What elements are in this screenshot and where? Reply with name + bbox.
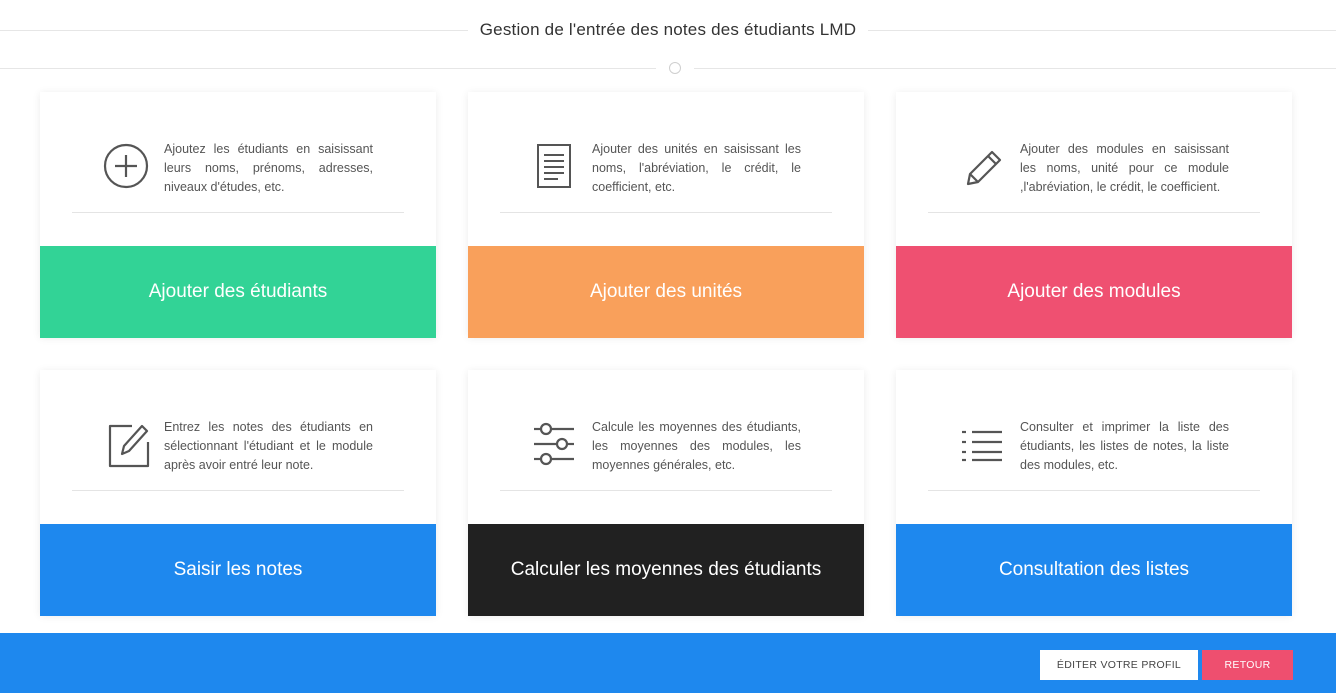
card-enter-grades: Entrez les notes des étudiants en sélect… <box>40 370 436 616</box>
card-divider <box>72 212 404 213</box>
card-divider <box>500 212 832 213</box>
enter-grades-button[interactable]: Saisir les notes <box>40 524 436 616</box>
page-header: Gestion de l'entrée des notes des étudia… <box>0 0 1336 90</box>
add-units-button[interactable]: Ajouter des unités <box>468 246 864 338</box>
edit-icon <box>102 420 150 468</box>
card-description: Consulter et imprimer la liste des étudi… <box>1020 420 1229 472</box>
edit-profile-button[interactable]: ÉDITER VOTRE PROFIL <box>1040 650 1198 680</box>
card-description: Ajouter des modules en saisissant les no… <box>1020 142 1229 194</box>
back-button[interactable]: RETOUR <box>1202 650 1293 680</box>
card-add-modules: Ajouter des modules en saisissant les no… <box>896 92 1292 338</box>
compute-averages-button[interactable]: Calculer les moyennes des étudiants <box>468 524 864 616</box>
card-description: Ajoutez les étudiants en saisissant leur… <box>164 142 373 194</box>
add-students-button[interactable]: Ajouter des étudiants <box>40 246 436 338</box>
consult-lists-button[interactable]: Consultation des listes <box>896 524 1292 616</box>
card-description: Calcule les moyennes des étudiants, les … <box>592 420 801 472</box>
document-icon <box>530 142 578 190</box>
plus-circle-icon <box>102 142 150 190</box>
card-divider <box>928 212 1260 213</box>
card-divider <box>500 490 832 491</box>
list-icon <box>958 420 1006 468</box>
sliders-icon <box>530 420 578 468</box>
card-compute-averages: Calcule les moyennes des étudiants, les … <box>468 370 864 616</box>
pencil-icon <box>958 142 1006 190</box>
divider-circle-icon <box>669 62 681 74</box>
page-title: Gestion de l'entrée des notes des étudia… <box>467 20 869 39</box>
card-description: Entrez les notes des étudiants en sélect… <box>164 420 373 472</box>
footer-bar: ÉDITER VOTRE PROFIL RETOUR <box>0 633 1336 693</box>
card-divider <box>72 490 404 491</box>
card-consult-lists: Consulter et imprimer la liste des étudi… <box>896 370 1292 616</box>
add-modules-button[interactable]: Ajouter des modules <box>896 246 1292 338</box>
card-add-units: Ajouter des unités en saisissant les nom… <box>468 92 864 338</box>
card-divider <box>928 490 1260 491</box>
card-add-students: Ajoutez les étudiants en saisissant leur… <box>40 92 436 338</box>
card-description: Ajouter des unités en saisissant les nom… <box>592 142 801 194</box>
